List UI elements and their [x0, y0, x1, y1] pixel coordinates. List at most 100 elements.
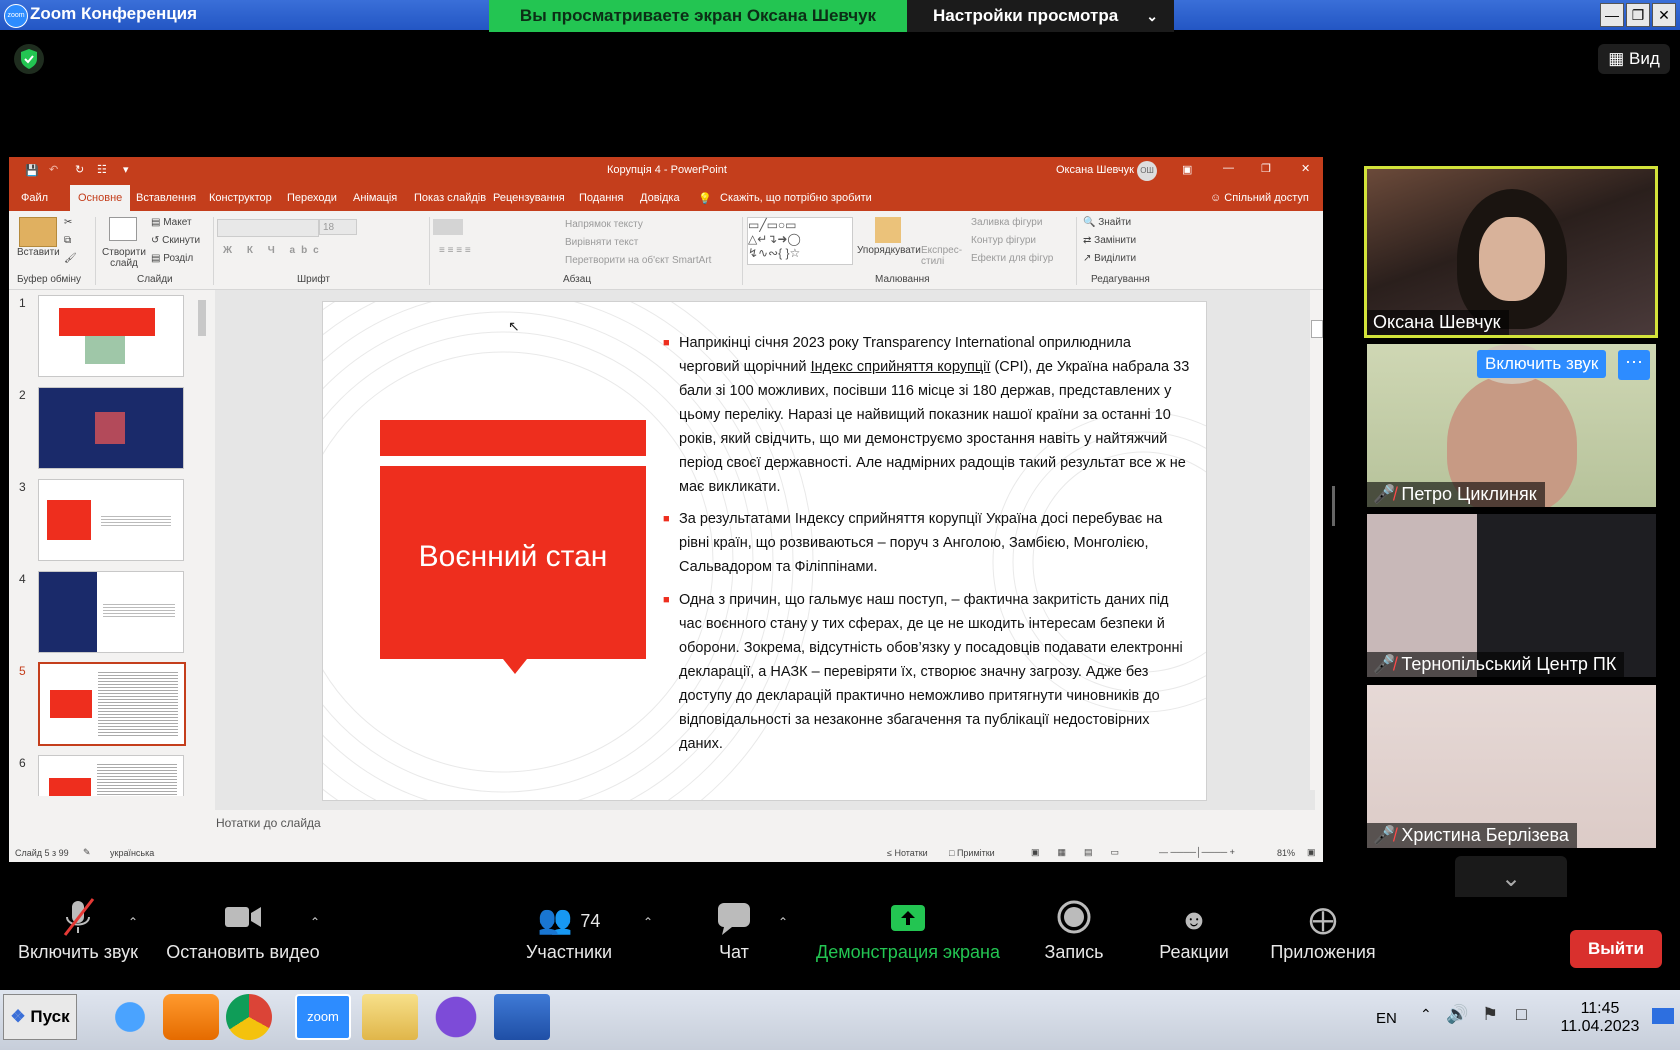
comments-toggle[interactable]: □ Примітки: [949, 848, 995, 858]
tab-slideshow[interactable]: Показ слайдів: [414, 192, 486, 204]
splitter-handle[interactable]: [1332, 486, 1335, 526]
restore-button[interactable]: ❐: [1261, 162, 1271, 175]
chat-button[interactable]: Чат: [702, 897, 766, 963]
find-button[interactable]: 🔍 Знайти: [1083, 217, 1131, 228]
stop-video-button[interactable]: Остановить видео: [162, 897, 324, 963]
minimize-button[interactable]: —: [1600, 3, 1624, 27]
notes-pane[interactable]: Нотатки до слайда: [216, 816, 321, 830]
slide-thumbnail[interactable]: [38, 479, 184, 561]
bullets-icon[interactable]: [433, 219, 463, 235]
slide-scrollbar[interactable]: [1310, 290, 1323, 790]
tab-animations[interactable]: Анімація: [353, 192, 397, 204]
text-direction-button[interactable]: Напрямок тексту: [565, 219, 643, 230]
more-options-icon[interactable]: ⋯: [1618, 350, 1650, 380]
media-player-icon[interactable]: [163, 994, 219, 1040]
avatar[interactable]: ОШ: [1137, 161, 1157, 181]
participants-options-caret-icon[interactable]: ⌃: [643, 915, 653, 929]
share-screen-button[interactable]: Демонстрация экрана: [810, 897, 1006, 963]
customize-toolbar-icon[interactable]: ▾: [123, 163, 129, 176]
close-button[interactable]: ✕: [1652, 3, 1676, 27]
video-tile[interactable]: 🎤̸ Тернопільський Центр ПК: [1367, 514, 1656, 677]
unmute-button[interactable]: Включить звук: [14, 897, 142, 963]
slide-thumbnail-selected[interactable]: [38, 662, 186, 746]
select-button[interactable]: ↗ Виділити: [1083, 253, 1136, 264]
shape-outline-button[interactable]: Контур фігури: [971, 235, 1036, 246]
view-settings-dropdown[interactable]: Настройки просмотра ⌄: [907, 0, 1174, 32]
slide-bullet-3[interactable]: ■ Одна з причин, що гальмує наш поступ, …: [663, 588, 1193, 756]
start-button[interactable]: ❖ Пуск: [3, 994, 77, 1040]
paste-button[interactable]: Вставити: [17, 247, 60, 258]
show-hidden-icons-icon[interactable]: ⌃: [1420, 1006, 1432, 1023]
smartart-button[interactable]: Перетворити на об'єкт SmartArt: [565, 255, 711, 266]
leave-meeting-button[interactable]: Выйти: [1570, 930, 1662, 968]
volume-icon[interactable]: 🔊: [1446, 1004, 1468, 1025]
shape-effects-button[interactable]: Ефекти для фігур: [971, 253, 1053, 264]
language-indicator[interactable]: EN: [1376, 1010, 1397, 1027]
apps-button[interactable]: ⨁ Приложения: [1264, 897, 1382, 963]
slide-thumbnail[interactable]: [38, 295, 184, 377]
internet-explorer-icon[interactable]: [102, 994, 158, 1040]
video-tile[interactable]: 🎤̸ Христина Берлізева: [1367, 685, 1656, 848]
word-icon[interactable]: [494, 994, 550, 1040]
close-button[interactable]: ✕: [1301, 162, 1310, 175]
scroll-thumb[interactable]: [1311, 320, 1323, 338]
reactions-button[interactable]: ☻ Реакции: [1156, 897, 1232, 963]
tab-transitions[interactable]: Переходи: [287, 192, 337, 204]
audio-options-caret-icon[interactable]: ⌃: [128, 915, 138, 929]
maximize-button[interactable]: ❐: [1626, 3, 1650, 27]
arrange-button[interactable]: Упорядкувати: [857, 245, 921, 256]
reset-button[interactable]: ↺ Скинути: [151, 235, 200, 246]
clock[interactable]: 11:45 11.04.2023: [1555, 990, 1645, 1036]
undo-icon[interactable]: ↶: [49, 163, 58, 176]
arrange-icon[interactable]: [875, 217, 901, 243]
fit-slide-icon[interactable]: ▣: [1307, 847, 1316, 858]
layout-button[interactable]: ▤ Макет: [151, 217, 192, 228]
tab-insert[interactable]: Вставлення: [136, 192, 196, 204]
paste-icon[interactable]: [19, 217, 57, 247]
save-icon[interactable]: 💾: [25, 164, 39, 177]
viber-icon[interactable]: [428, 994, 484, 1040]
view-button[interactable]: ▦ Вид: [1598, 44, 1670, 74]
tell-me-search[interactable]: Скажіть, що потрібно зробити: [720, 192, 872, 204]
shapes-gallery[interactable]: ▭╱▭○▭ △↵↴➜◯ ↯∿∾{ }☆: [747, 217, 853, 265]
record-button[interactable]: Запись: [1040, 897, 1108, 963]
new-slide-button[interactable]: Створити слайд: [100, 247, 148, 269]
font-name-input[interactable]: [217, 219, 319, 237]
unmute-request-button[interactable]: Включить звук: [1477, 350, 1607, 378]
tab-file[interactable]: Файл: [21, 192, 48, 204]
video-tile-active-speaker[interactable]: Оксана Шевчук: [1364, 166, 1658, 338]
tab-help[interactable]: Довідка: [640, 192, 680, 204]
thumb-scrollbar[interactable]: [198, 300, 206, 336]
file-explorer-icon[interactable]: [362, 994, 418, 1040]
network-icon[interactable]: □: [1516, 1004, 1527, 1025]
slide-bullet-1[interactable]: ■ Наприкінці січня 2023 року Transparenc…: [663, 331, 1193, 499]
align-icons[interactable]: ≡ ≡ ≡ ≡: [439, 245, 471, 256]
show-desktop-icon[interactable]: [1652, 1008, 1674, 1024]
video-options-caret-icon[interactable]: ⌃: [310, 915, 320, 929]
replace-button[interactable]: ⇄ Замінити: [1083, 235, 1136, 246]
cpi-link[interactable]: Індекс сприйняття корупції: [811, 359, 991, 375]
slide-thumbnail[interactable]: [38, 387, 184, 469]
minimize-button[interactable]: —: [1223, 162, 1234, 174]
cut-icon[interactable]: ✂: [64, 217, 72, 228]
zoom-level[interactable]: 81%: [1277, 848, 1295, 858]
slide-title[interactable]: Воєнний стан: [380, 540, 646, 574]
ribbon-display-icon[interactable]: ▣: [1182, 163, 1192, 176]
participants-button[interactable]: 👥 74 Участники: [522, 897, 616, 963]
new-slide-icon[interactable]: [109, 217, 137, 241]
quick-styles-button[interactable]: Експрес-стилі: [921, 245, 962, 267]
section-button[interactable]: ▤ Розділ: [151, 253, 193, 264]
view-mode-icons[interactable]: ▣▦▤▭: [1031, 847, 1137, 858]
chrome-icon[interactable]: [226, 994, 272, 1040]
video-tile[interactable]: Включить звук ⋯ 🎤̸ Петро Циклиняк: [1367, 344, 1656, 507]
tab-design[interactable]: Конструктор: [209, 192, 272, 204]
chat-options-caret-icon[interactable]: ⌃: [778, 915, 788, 929]
font-size-input[interactable]: 18: [319, 219, 357, 235]
slide-thumbnail[interactable]: [38, 571, 184, 653]
slideshow-icon[interactable]: ☷: [97, 163, 107, 176]
action-center-icon[interactable]: ⚑: [1482, 1004, 1498, 1025]
spelling-icon[interactable]: ✎: [83, 847, 91, 858]
tab-home[interactable]: Основне: [70, 185, 131, 211]
language-indicator[interactable]: українська: [110, 848, 154, 858]
notes-toggle[interactable]: ≤ Нотатки: [887, 848, 928, 858]
